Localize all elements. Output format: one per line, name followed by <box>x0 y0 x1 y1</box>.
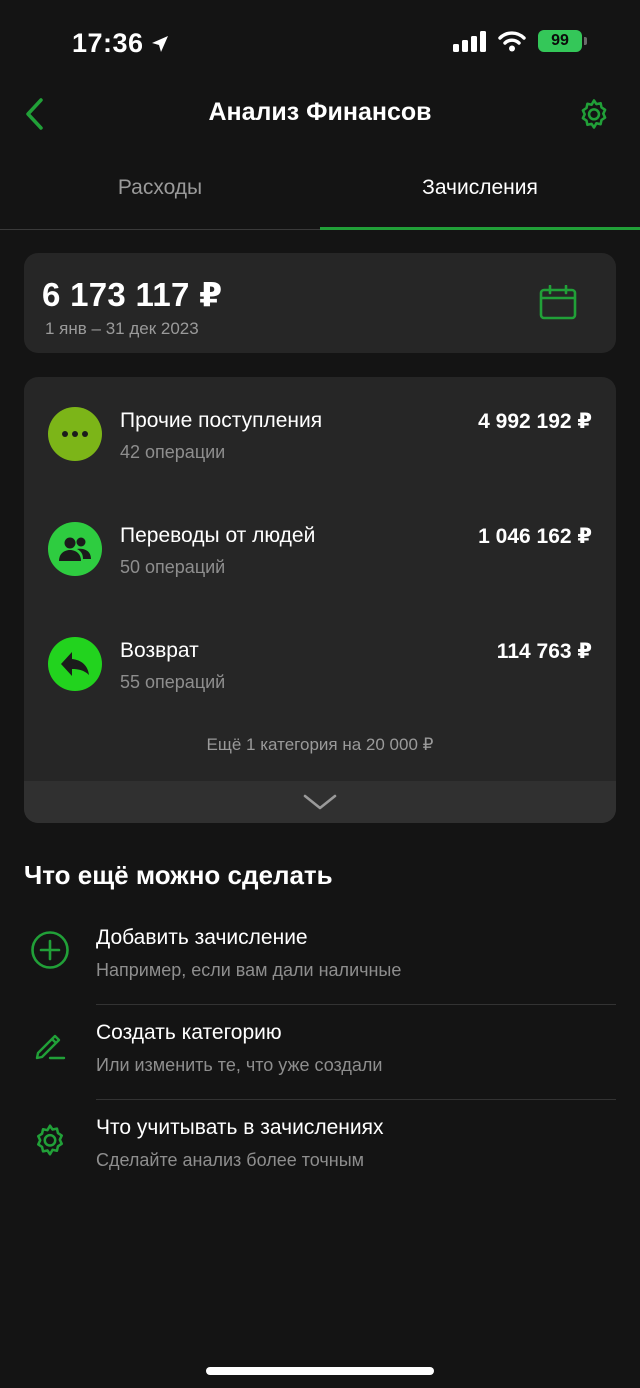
plus-circle-icon <box>28 928 72 972</box>
tab-expenses[interactable]: Расходы <box>0 160 320 229</box>
calendar-button[interactable] <box>538 283 578 323</box>
total-card: 6 173 117 ₽ 1 янв – 31 дек 2023 <box>24 253 616 353</box>
category-row-other-income[interactable]: Прочие поступления 42 операции 4 992 192… <box>24 377 616 477</box>
category-operations: 42 операции <box>120 442 226 462</box>
period-label: 1 янв – 31 дек 2023 <box>45 319 199 338</box>
settings-button[interactable] <box>574 94 614 134</box>
status-bar: 17:36 99 <box>0 0 640 88</box>
category-amount: 114 763 ₽ <box>496 640 592 663</box>
income-settings-action[interactable]: Что учитывать в зачислениях Сделайте ана… <box>24 1100 616 1195</box>
action-title: Добавить зачисление <box>96 926 308 949</box>
return-arrow-icon <box>48 637 102 691</box>
header: Анализ Финансов <box>0 88 640 140</box>
tab-bar: Расходы Зачисления <box>0 160 640 230</box>
gear-icon <box>28 1118 72 1162</box>
clock: 17:36 <box>72 28 144 58</box>
create-category-action[interactable]: Создать категорию Или изменить те, что у… <box>24 1005 616 1100</box>
category-amount: 4 992 192 ₽ <box>478 410 592 433</box>
category-row-refund[interactable]: Возврат 55 операций 114 763 ₽ <box>24 607 616 707</box>
total-amount: 6 173 117 ₽ <box>42 276 223 313</box>
action-title: Создать категорию <box>96 1021 282 1044</box>
home-indicator[interactable] <box>206 1367 434 1375</box>
page-title: Анализ Финансов <box>208 98 432 126</box>
calendar-icon <box>539 285 577 320</box>
category-name: Прочие поступления <box>120 409 323 432</box>
action-subtitle: Сделайте анализ более точным <box>96 1150 365 1170</box>
category-operations: 50 операций <box>120 557 226 577</box>
people-icon <box>48 522 102 576</box>
wifi-icon <box>498 31 526 52</box>
action-subtitle: Или изменить те, что уже создали <box>96 1055 383 1075</box>
pencil-icon <box>28 1023 72 1067</box>
location-arrow-icon <box>151 35 168 52</box>
category-name: Возврат <box>120 639 199 662</box>
more-categories-text[interactable]: Ещё 1 категория на 20 000 ₽ <box>24 735 616 755</box>
status-time: 17:36 <box>72 28 170 59</box>
category-amount: 1 046 162 ₽ <box>478 525 592 548</box>
category-name: Переводы от людей <box>120 524 316 547</box>
gear-icon <box>581 99 607 129</box>
action-title: Что учитывать в зачислениях <box>96 1116 384 1139</box>
category-operations: 55 операций <box>120 672 226 692</box>
more-dots-icon <box>48 407 102 461</box>
chevron-down-icon <box>303 794 337 810</box>
section-title: Что ещё можно сделать <box>24 860 333 890</box>
status-indicators: 99 <box>453 30 587 52</box>
battery-level: 99 <box>551 32 569 49</box>
expand-button[interactable] <box>24 781 616 823</box>
category-row-transfers[interactable]: Переводы от людей 50 операций 1 046 162 … <box>24 492 616 592</box>
categories-card: Прочие поступления 42 операции 4 992 192… <box>24 377 616 823</box>
cellular-signal-icon <box>453 30 486 52</box>
tab-income[interactable]: Зачисления <box>320 160 640 230</box>
battery-icon: 99 <box>538 30 587 52</box>
add-income-action[interactable]: Добавить зачисление Например, если вам д… <box>24 910 616 1005</box>
action-subtitle: Например, если вам дали наличные <box>96 960 402 980</box>
